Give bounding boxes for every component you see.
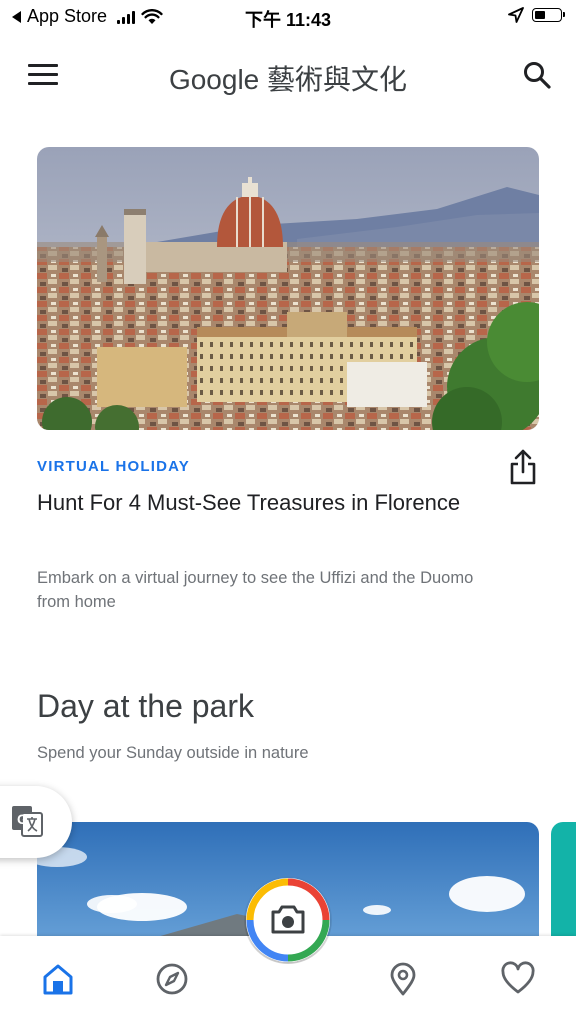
search-icon[interactable] [522, 60, 552, 90]
story-category-label[interactable]: VIRTUAL HOLIDAY [37, 458, 190, 475]
florence-cityscape-image [37, 147, 539, 430]
heart-icon[interactable] [500, 961, 536, 997]
story-title[interactable]: Hunt For 4 Must-See Treasures in Florenc… [37, 484, 477, 521]
story-description: Embark on a virtual journey to see the U… [37, 569, 474, 611]
translate-icon: G [12, 806, 43, 837]
app-bar: Google 藝術與文化 [0, 50, 576, 100]
camera-button[interactable] [244, 876, 332, 964]
location-arrow-icon [508, 7, 524, 23]
story-hero-image[interactable] [37, 147, 539, 430]
battery-icon [532, 8, 565, 22]
section-title: Day at the park [37, 688, 254, 724]
share-icon[interactable] [508, 448, 538, 486]
svg-text:G: G [17, 811, 28, 827]
status-right [508, 7, 565, 23]
translate-button[interactable]: G [0, 786, 72, 858]
home-icon[interactable] [40, 961, 76, 997]
section-subtitle: Spend your Sunday outside in nature [37, 744, 309, 762]
location-pin-icon[interactable] [385, 961, 421, 997]
compass-icon[interactable] [154, 961, 190, 997]
status-bar: App Store 下午 11:43 [0, 0, 576, 34]
status-time: 下午 11:43 [244, 10, 332, 30]
app-title: Google 藝術與文化 [168, 64, 408, 95]
